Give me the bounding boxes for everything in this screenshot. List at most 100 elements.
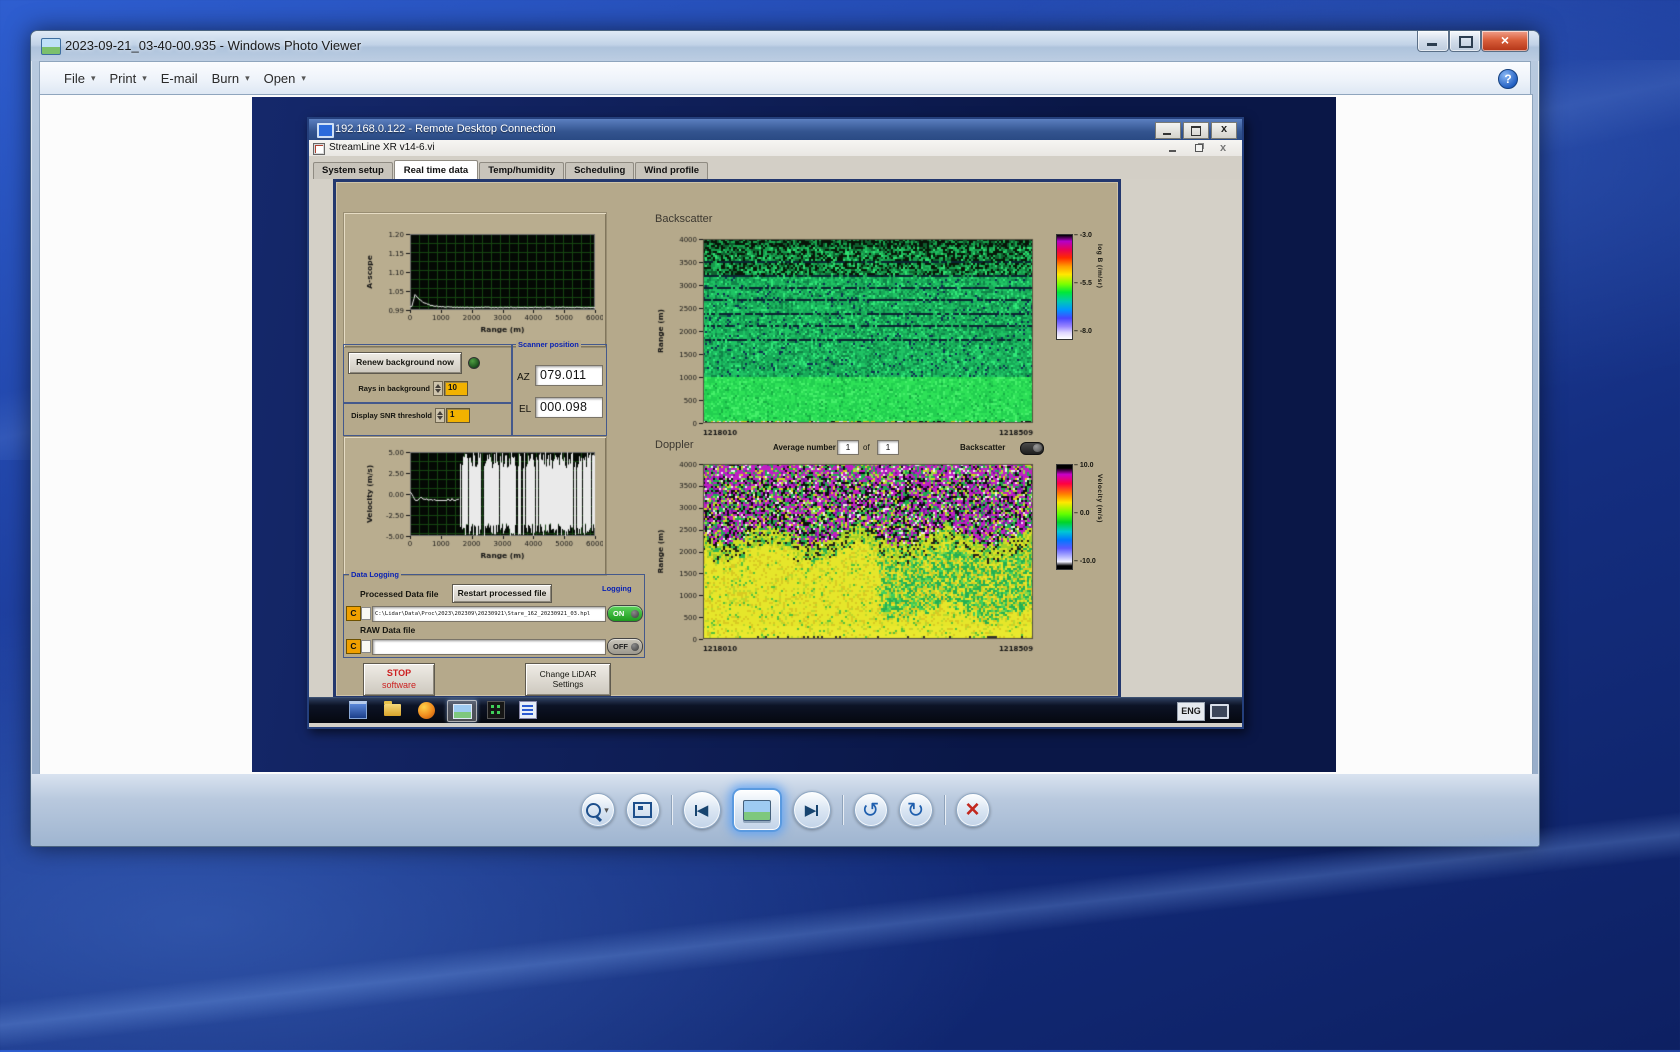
language-indicator[interactable]: ENG [1177, 702, 1205, 721]
rotate-cw-button[interactable]: ↻ [899, 793, 933, 827]
rays-in-background-label: Rays in background [350, 384, 430, 393]
raw-logging-toggle[interactable]: OFF [607, 638, 643, 655]
app-minimize-button[interactable] [1168, 143, 1178, 153]
doppler-colorbar [1056, 464, 1073, 570]
raw-drive-badge[interactable]: C [346, 639, 361, 654]
rdp-maximize-button[interactable] [1183, 122, 1209, 139]
maximize-button[interactable] [1449, 31, 1481, 52]
restart-processed-file-button[interactable]: Restart processed file [452, 584, 552, 603]
raw-data-file-label: RAW Data file [360, 625, 415, 635]
rdp-close-button[interactable]: x [1211, 122, 1237, 139]
tab-scheduling[interactable]: Scheduling [565, 162, 634, 179]
previous-button[interactable]: ◀ [683, 791, 721, 829]
renew-background-button[interactable]: Renew background now [348, 352, 462, 374]
doppler-heatmap [651, 460, 1051, 660]
slideshow-button[interactable] [732, 788, 782, 832]
processed-drive-badge[interactable]: C [346, 606, 361, 621]
menu-email[interactable]: E-mail [161, 71, 198, 86]
colorbar-tick: -8.0 [1074, 328, 1092, 335]
photo-viewer-window: 2023-09-21_03-40-00.935 - Windows Photo … [30, 30, 1540, 847]
tab-bar: System setup Real time data Temp/humidit… [309, 156, 1242, 179]
actual-size-button[interactable] [626, 793, 660, 827]
toolbar-divider [671, 795, 672, 825]
taskbar-active-app-icon[interactable] [447, 700, 477, 722]
stop-label: STOP [382, 668, 416, 679]
app-close-button[interactable]: x [1220, 143, 1230, 153]
doppler-title: Doppler [655, 439, 694, 451]
minimize-button[interactable] [1417, 31, 1449, 52]
slideshow-icon [743, 800, 771, 821]
app-titlebar: StreamLine XR v14-6.vi x [309, 140, 1242, 157]
menu-file[interactable]: File [64, 71, 95, 86]
zoom-button[interactable] [581, 793, 615, 827]
next-icon: ▶ [805, 803, 817, 818]
snr-spinner[interactable] [435, 408, 445, 423]
rotate-ccw-button[interactable]: ↺ [854, 793, 888, 827]
colorbar-tick: -5.5 [1074, 280, 1092, 287]
taskbar-labview-icon[interactable] [517, 700, 539, 720]
tab-wind-profile[interactable]: Wind profile [635, 162, 708, 179]
remote-desktop: StreamLine XR v14-6.vi x System setup Re… [309, 140, 1242, 727]
viewer-titlebar: 2023-09-21_03-40-00.935 - Windows Photo … [31, 31, 1539, 61]
rdp-minimize-button[interactable] [1155, 122, 1181, 139]
az-value-field[interactable]: 079.011 [535, 365, 603, 386]
snr-value[interactable]: 1 [446, 408, 470, 423]
raw-path-field[interactable] [372, 639, 606, 655]
taskbar-explorer-icon[interactable] [381, 700, 403, 720]
scanner-position-box [511, 344, 607, 436]
lines-icon [519, 701, 537, 719]
processed-path-field[interactable]: C:\Lidar\Data\Proc\2023\202309\20230921\… [372, 606, 606, 622]
backscatter-title: Backscatter [655, 213, 712, 225]
average-number-field[interactable]: 1 [837, 440, 859, 455]
el-label: EL [519, 404, 531, 415]
backscatter-colorbar-label: log B (/m/sr) [1096, 244, 1103, 334]
colorbar-tick: -3.0 [1074, 232, 1092, 239]
taskbar-utility-icon[interactable] [485, 700, 507, 720]
delete-icon: × [965, 798, 979, 822]
velocity-graph [345, 438, 603, 568]
menu-open[interactable]: Open [264, 71, 306, 86]
average-total-field[interactable]: 1 [877, 440, 899, 455]
menu-burn[interactable]: Burn [212, 71, 250, 86]
rdp-computer-icon [317, 123, 334, 138]
processed-data-file-label: Processed Data file [360, 589, 438, 599]
toolbar-divider [944, 795, 945, 825]
processed-logging-toggle[interactable]: ON [607, 605, 643, 622]
tab-real-time-data[interactable]: Real time data [394, 160, 478, 180]
viewer-bottombar: ◀ ▶ ↺ ↻ × [31, 774, 1539, 846]
maximize-icon [1459, 36, 1473, 48]
grid-icon [487, 701, 505, 719]
software-label: software [382, 680, 416, 691]
folder-icon [384, 704, 401, 716]
rays-value[interactable]: 10 [444, 381, 468, 396]
help-icon[interactable] [1498, 69, 1518, 89]
app-restore-button[interactable] [1194, 143, 1204, 153]
resize-icon [633, 802, 652, 818]
of-label: of [863, 443, 870, 452]
close-button[interactable]: × [1481, 31, 1529, 52]
backscatter-heatmap [651, 230, 1051, 442]
restore-icon [1195, 144, 1203, 152]
el-value-field[interactable]: 000.098 [535, 397, 603, 418]
backscatter-toggle[interactable] [1020, 442, 1044, 455]
monitor-icon[interactable] [1210, 704, 1229, 719]
file-icon [361, 640, 371, 653]
toolbar-divider [842, 795, 843, 825]
displayed-photo: 192.168.0.122 - Remote Desktop Connectio… [252, 97, 1336, 772]
tab-system-setup[interactable]: System setup [313, 162, 393, 179]
change-lidar-settings-button[interactable]: Change LiDARSettings [525, 663, 611, 696]
menu-print[interactable]: Print [109, 71, 146, 86]
taskbar-firefox-icon[interactable] [415, 700, 437, 720]
chevron-down-icon [604, 805, 609, 816]
tab-temp-humidity[interactable]: Temp/humidity [479, 162, 564, 179]
rotate-cw-icon: ↻ [907, 800, 925, 821]
taskbar-start-icon[interactable] [347, 700, 369, 720]
next-button[interactable]: ▶ [793, 791, 831, 829]
minimize-icon [1163, 133, 1171, 135]
previous-icon: ◀ [697, 803, 709, 818]
colorbar-tick: 10.0 [1074, 462, 1093, 469]
rdp-titlebar: 192.168.0.122 - Remote Desktop Connectio… [309, 119, 1242, 140]
stop-software-button[interactable]: STOPsoftware [363, 663, 435, 696]
rays-spinner[interactable] [433, 381, 443, 396]
delete-button[interactable]: × [956, 793, 990, 827]
